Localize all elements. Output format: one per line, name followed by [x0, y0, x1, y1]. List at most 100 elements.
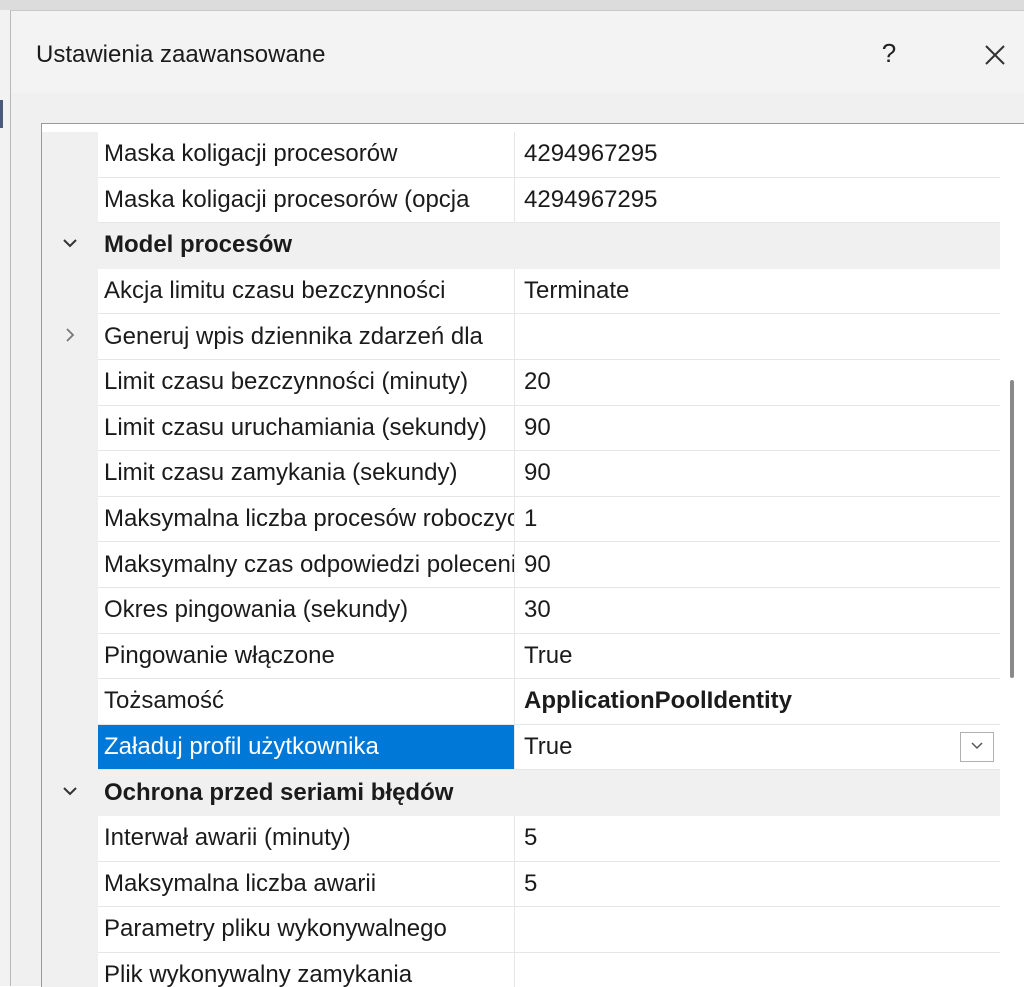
row-gutter: [42, 633, 98, 680]
row-gutter: [42, 907, 98, 953]
property-value-text: 5: [524, 869, 538, 897]
property-value-text: ApplicationPoolIdentity: [524, 687, 792, 715]
property-value-text: 90: [524, 413, 551, 441]
close-icon: [985, 45, 1005, 65]
row-gutter: [42, 177, 98, 224]
property-row[interactable]: Generuj wpis dziennika zdarzeń dla: [42, 314, 1000, 360]
property-row[interactable]: Maksymalny czas odpowiedzi polecenia pin…: [42, 542, 1000, 588]
advanced-settings-dialog: Ustawienia zaawansowane ? Maska koligacj…: [10, 10, 1024, 987]
property-value-text: 30: [524, 596, 551, 624]
property-value-text: 4294967295: [524, 185, 658, 213]
property-row[interactable]: Plik wykonywalny zamykania: [42, 952, 1000, 987]
property-value[interactable]: 90: [515, 406, 1000, 452]
property-value[interactable]: True: [515, 634, 1000, 680]
property-name[interactable]: Limit czasu zamykania (sekundy): [98, 451, 515, 497]
property-value[interactable]: ApplicationPoolIdentity: [515, 679, 1000, 725]
dialog-title: Ustawienia zaawansowane: [36, 41, 326, 68]
property-row[interactable]: Załaduj profil użytkownika True: [42, 724, 1000, 771]
property-row[interactable]: Akcja limitu czasu bezczynności Terminate: [42, 268, 1000, 315]
property-value[interactable]: 90: [515, 542, 1000, 588]
property-value-text: Terminate: [524, 277, 630, 305]
property-row[interactable]: Okres pingowania (sekundy) 30: [42, 587, 1000, 634]
property-name[interactable]: Okres pingowania (sekundy): [98, 587, 515, 634]
property-row[interactable]: Maksymalna liczba awarii 5: [42, 861, 1000, 908]
property-value-text: 4294967295: [524, 140, 658, 168]
property-name[interactable]: Limit czasu uruchamiania (sekundy): [98, 405, 515, 452]
help-button[interactable]: ?: [869, 33, 909, 73]
property-value[interactable]: True: [515, 725, 1000, 771]
row-gutter: [42, 132, 98, 178]
property-name[interactable]: Interwał awarii (minuty): [98, 815, 515, 862]
property-name[interactable]: Maksymalna liczba procesów roboczych: [98, 496, 515, 543]
title-bar: Ustawienia zaawansowane ?: [11, 11, 1024, 93]
property-row[interactable]: Parametry pliku wykonywalnego: [42, 907, 1000, 953]
category-label[interactable]: Model procesów: [98, 223, 1000, 269]
property-name[interactable]: Plik wykonywalny zamykania: [98, 952, 515, 987]
vertical-scrollbar[interactable]: [1000, 124, 1024, 987]
property-value[interactable]: 4294967295: [515, 178, 1000, 224]
property-row[interactable]: Pingowanie włączone True: [42, 633, 1000, 680]
row-gutter: [42, 542, 98, 588]
property-rows: Maska koligacji procesorów 4294967295 Mask…: [42, 132, 1000, 987]
property-value[interactable]: [515, 953, 1000, 987]
property-value[interactable]: 4294967295: [515, 132, 1000, 178]
property-name[interactable]: Limit czasu bezczynności (minuty): [98, 359, 515, 406]
background-window-strip: [0, 0, 1024, 10]
row-gutter: [42, 770, 98, 816]
property-value[interactable]: 30: [515, 588, 1000, 634]
category-row[interactable]: Ochrona przed seriami błędów: [42, 770, 1000, 816]
row-gutter: [42, 359, 98, 406]
property-value-text: 90: [524, 459, 551, 487]
row-gutter: [42, 587, 98, 634]
property-name[interactable]: Parametry pliku wykonywalnego: [98, 907, 515, 953]
chevron-down-icon[interactable]: [60, 233, 80, 258]
property-name[interactable]: Maska koligacji procesorów: [98, 132, 515, 178]
row-gutter: [42, 815, 98, 862]
property-name[interactable]: Maksymalna liczba awarii: [98, 861, 515, 908]
property-name[interactable]: Maska koligacji procesorów (opcja: [98, 177, 515, 224]
close-button[interactable]: [977, 37, 1013, 73]
property-name[interactable]: Tożsamość: [98, 679, 515, 725]
property-row[interactable]: Tożsamość ApplicationPoolIdentity: [42, 679, 1000, 725]
property-row[interactable]: Limit czasu zamykania (sekundy) 90: [42, 451, 1000, 497]
value-dropdown-button[interactable]: [960, 732, 994, 763]
property-value[interactable]: [515, 314, 1000, 360]
row-gutter: [42, 314, 98, 360]
category-label[interactable]: Ochrona przed seriami błędów: [98, 770, 1000, 816]
property-value-text: 5: [524, 824, 538, 852]
chevron-right-icon[interactable]: [60, 325, 80, 350]
property-grid[interactable]: Maska koligacji procesorów 4294967295 Mask…: [41, 123, 1024, 987]
scrollbar-thumb[interactable]: [1010, 380, 1014, 678]
row-gutter: [42, 679, 98, 725]
property-value[interactable]: Terminate: [515, 269, 1000, 315]
property-row[interactable]: Interwał awarii (minuty) 5: [42, 815, 1000, 862]
row-gutter: [42, 405, 98, 452]
property-value[interactable]: 20: [515, 360, 1000, 406]
property-value-text: True: [524, 641, 573, 669]
property-name[interactable]: Generuj wpis dziennika zdarzeń dla: [98, 314, 515, 360]
property-value[interactable]: 1: [515, 497, 1000, 543]
category-row[interactable]: Model procesów: [42, 223, 1000, 269]
property-row[interactable]: Maska koligacji procesorów (opcja 4294967…: [42, 177, 1000, 224]
property-value-text: True: [524, 733, 573, 761]
row-gutter: [42, 223, 98, 269]
background-window-mark: [0, 100, 3, 128]
property-name[interactable]: Pingowanie włączone: [98, 633, 515, 680]
property-value[interactable]: [515, 907, 1000, 953]
property-value-text: 90: [524, 550, 551, 578]
property-row[interactable]: Limit czasu bezczynności (minuty) 20: [42, 359, 1000, 406]
property-name[interactable]: Maksymalny czas odpowiedzi polecenia pin…: [98, 542, 515, 588]
property-value-text: 20: [524, 368, 551, 396]
property-row[interactable]: Maska koligacji procesorów 4294967295: [42, 132, 1000, 178]
row-gutter: [42, 268, 98, 315]
property-row[interactable]: Limit czasu uruchamiania (sekundy) 90: [42, 405, 1000, 452]
chevron-down-icon: [968, 733, 986, 761]
property-name[interactable]: Załaduj profil użytkownika: [98, 724, 515, 771]
row-gutter: [42, 724, 98, 771]
property-value[interactable]: 5: [515, 816, 1000, 862]
chevron-down-icon[interactable]: [60, 781, 80, 806]
property-name[interactable]: Akcja limitu czasu bezczynności: [98, 268, 515, 315]
property-value[interactable]: 90: [515, 451, 1000, 497]
property-value[interactable]: 5: [515, 862, 1000, 908]
property-row[interactable]: Maksymalna liczba procesów roboczych 1: [42, 496, 1000, 543]
